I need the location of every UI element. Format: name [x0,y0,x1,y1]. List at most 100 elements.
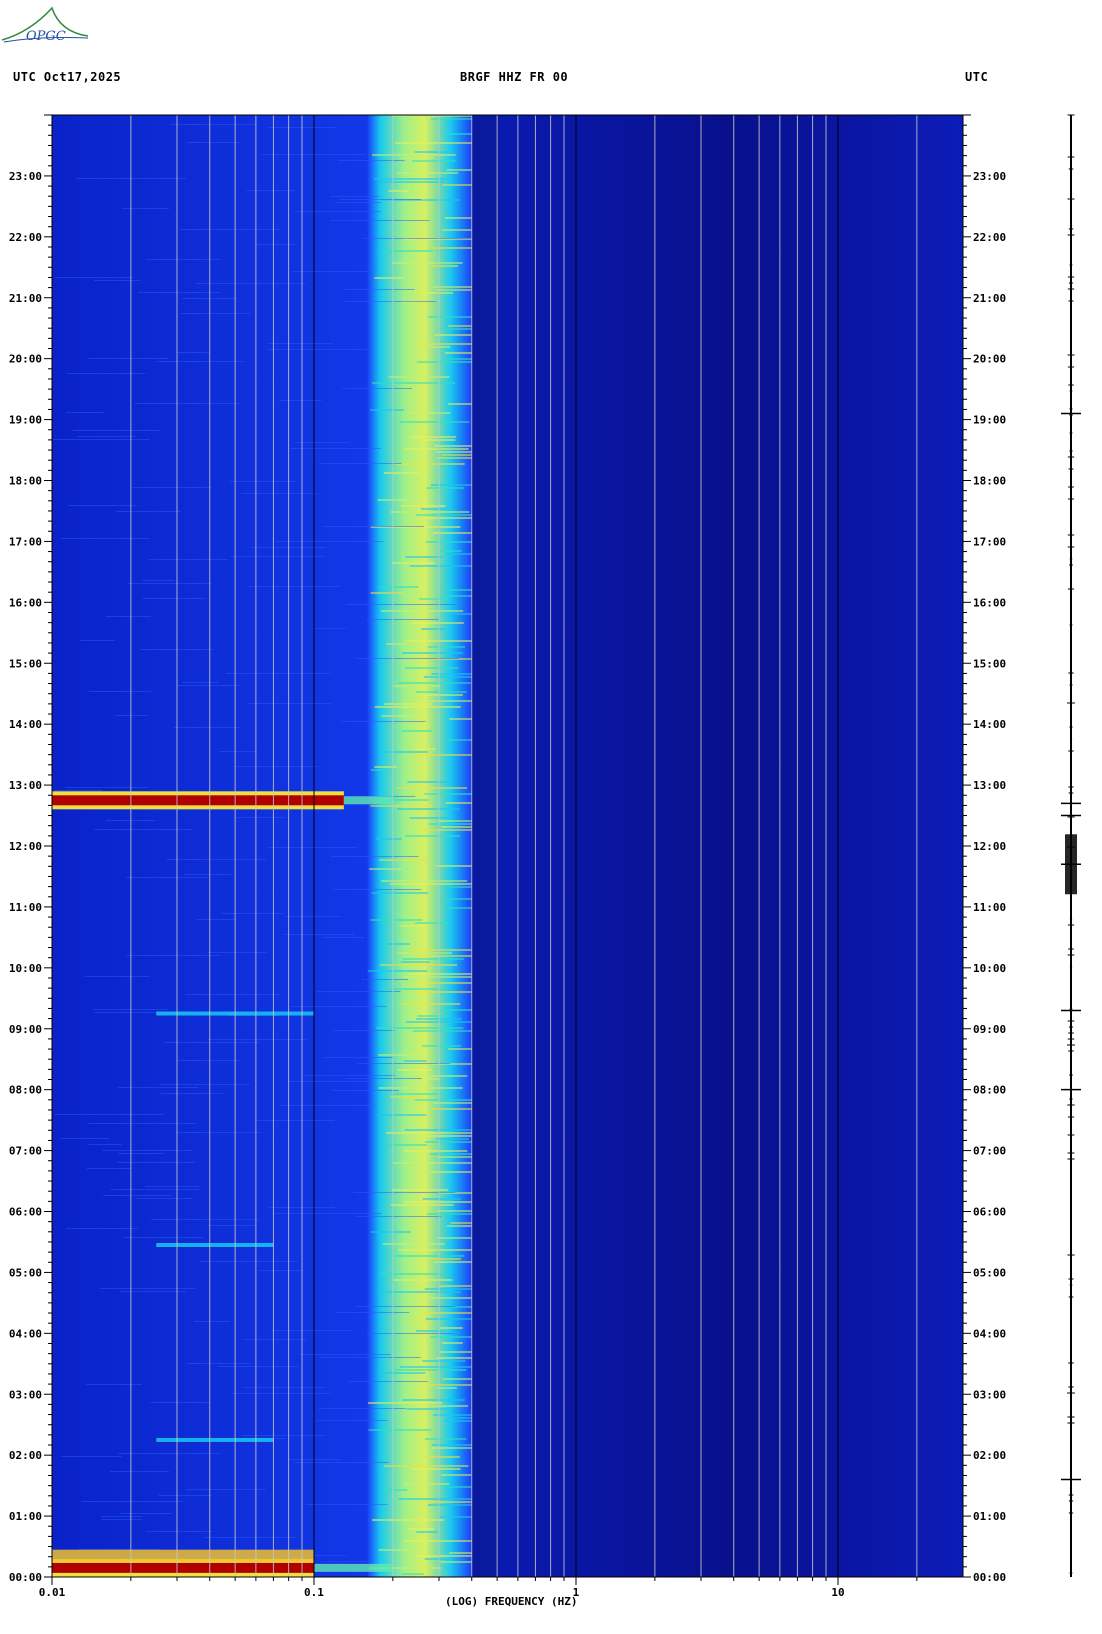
band-streak [370,592,404,594]
low-freq-streak [66,373,146,374]
low-freq-streak [170,124,257,125]
low-freq-streak [173,727,240,728]
low-freq-streak [193,1321,230,1322]
band-streak [414,343,472,345]
time-label-right: 04:00 [973,1327,1006,1340]
band-streak [425,541,472,543]
time-label-left: 11:00 [9,901,42,914]
time-label-left: 06:00 [9,1206,42,1219]
low-freq-streak [241,1435,324,1436]
band-streak [408,412,451,414]
low-freq-streak [151,1219,259,1220]
band-streak [448,325,472,327]
low-freq-streak [203,1537,296,1538]
band-streak [396,808,460,810]
band-streak [441,1474,472,1476]
low-freq-streak [337,160,405,161]
band-streak [390,511,470,513]
band-streak [416,1075,468,1077]
right-time-axis: 00:00 01:00 02:00 03:00 04:00 05:00 06:00 07:00… [963,114,1006,1584]
band-streak [426,1384,472,1386]
low-freq-streak [309,1555,347,1556]
band-streak [409,565,472,567]
low-freq-streak [185,994,280,995]
band-streak [439,1285,472,1287]
band-streak [418,292,453,294]
band-streak [445,133,472,135]
low-freq-streak [159,1084,250,1085]
band-streak [427,1135,472,1137]
band-streak [443,898,472,900]
low-freq-streak [344,1078,422,1079]
band-streak [446,907,472,909]
band-streak [380,751,428,753]
band-streak [432,265,458,267]
event-core [52,1562,314,1573]
low-freq-streak [330,220,430,221]
low-freq-streak [267,847,358,848]
band-streak [420,508,448,510]
band-streak [442,184,472,186]
time-label-left: 23:00 [9,170,42,183]
band-streak [427,1213,472,1215]
band-streak [424,1456,460,1458]
band-streak [429,823,472,825]
band-streak [378,1549,410,1551]
band-streak [383,1489,408,1491]
low-freq-streak [101,1150,193,1151]
low-freq-streak [65,1228,138,1229]
band-streak [419,982,472,984]
low-freq-streak [142,580,175,581]
band-streak [370,919,423,921]
low-freq-streak [342,388,413,389]
band-streak [442,1486,472,1488]
low-freq-streak [88,1123,197,1124]
band-streak [412,1030,472,1032]
time-label-right: 05:00 [973,1266,1006,1279]
low-freq-streak [187,142,241,143]
time-label-right: 13:00 [973,779,1006,792]
band-streak [431,1405,469,1407]
band-streak [422,1312,472,1314]
band-streak [394,685,440,687]
low-freq-streak [134,403,240,404]
band-streak [403,1540,472,1542]
band-streak [390,1096,425,1098]
band-streak [399,1366,472,1368]
band-streak [448,739,472,741]
band-streak [403,1150,468,1152]
band-streak [383,703,432,705]
low-freq-streak [55,1114,164,1115]
time-label-right: 12:00 [973,840,1006,853]
band-streak [440,1327,463,1329]
band-streak [424,1438,467,1440]
band-streak [410,622,464,624]
band-streak [379,859,426,861]
band-streak [422,1045,462,1047]
band-streak [434,334,472,336]
band-streak [407,1321,433,1323]
time-label-right: 11:00 [973,901,1006,914]
band-streak [436,457,472,459]
low-freq-streak [231,556,324,557]
band-streak [449,1552,472,1554]
low-freq-streak [335,202,381,203]
time-label-left: 09:00 [9,1023,42,1036]
band-streak [402,1399,465,1401]
band-streak [383,472,421,474]
band-streak [441,826,472,828]
band-streak [414,748,436,750]
low-freq-streak [180,313,251,314]
band-streak [414,754,472,756]
low-freq-streak [208,1039,307,1040]
band-streak [423,829,472,831]
time-label-left: 17:00 [9,535,42,548]
time-label-left: 12:00 [9,840,42,853]
x-axis-label: (LOG) FREQUENCY (HZ) [445,1595,578,1608]
time-label-right: 16:00 [973,596,1006,609]
low-freq-streak [116,511,182,512]
low-freq-streak [267,349,368,350]
band-streak [436,451,472,453]
low-freq-streak [86,1168,132,1169]
band-streak [401,730,433,732]
